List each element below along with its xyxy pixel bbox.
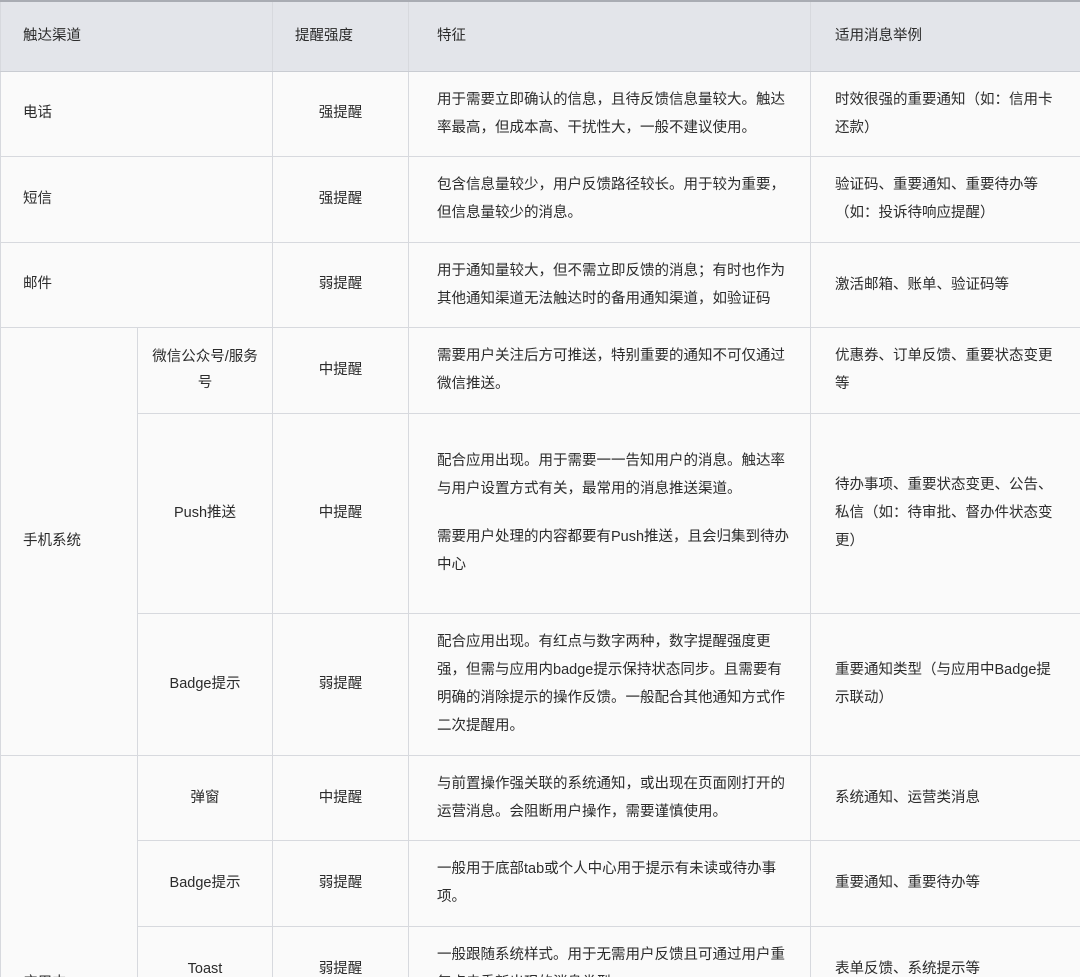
table-row: Badge提示 弱提醒 一般用于底部tab或个人中心用于提示有未读或待办事项。 … <box>1 840 1080 927</box>
table-row: 邮件 弱提醒 用于通知量较大，但不需立即反馈的消息；有时也作为其他通知渠道无法触… <box>0 241 1080 329</box>
feature-paragraph: 与前置操作强关联的系统通知，或出现在页面刚打开的运营消息。会阻断用户操作，需要谨… <box>437 775 785 820</box>
cell-sub-channel: 微信公众号/服务号 <box>137 327 273 414</box>
table-row: 手机系统 微信公众号/服务号 中提醒 需要用户关注后方可推送，特别重要的通知不可… <box>0 327 1080 756</box>
cell-feature: 需要用户关注后方可推送，特别重要的通知不可仅通过微信推送。 <box>408 327 811 414</box>
cell-examples: 待办事项、重要状态变更、公告、私信（如：待审批、督办件状态变更） <box>810 412 1080 614</box>
cell-channel: 电话 <box>0 70 273 158</box>
table-row: 短信 强提醒 包含信息量较少，用户反馈路径较长。用于较为重要，但信息量较少的消息… <box>0 156 1080 243</box>
reach-channel-table-container: 触达渠道 提醒强度 特征 适用消息举例 电话 强提醒 用于需要立即确认的信息，且… <box>0 0 1080 977</box>
cell-channel: 邮件 <box>0 241 273 329</box>
reach-channel-table: 触达渠道 提醒强度 特征 适用消息举例 电话 强提醒 用于需要立即确认的信息，且… <box>0 0 1080 977</box>
column-header-channel: 触达渠道 <box>0 0 273 72</box>
cell-feature: 一般用于底部tab或个人中心用于提示有未读或待办事项。 <box>408 840 811 927</box>
cell-strength: 弱提醒 <box>272 612 409 756</box>
table-row: 电话 强提醒 用于需要立即确认的信息，且待反馈信息量较大。触达率最高，但成本高、… <box>0 70 1080 158</box>
header-row: 触达渠道 提醒强度 特征 适用消息举例 <box>0 0 1080 72</box>
cell-examples: 验证码、重要通知、重要待办等（如：投诉待响应提醒） <box>810 156 1080 243</box>
cell-feature: 配合应用出现。有红点与数字两种，数字提醒强度更强，但需与应用内badge提示保持… <box>408 612 811 756</box>
cell-sub-channel: Toast <box>137 925 273 977</box>
cell-feature: 用于通知量较大，但不需立即反馈的消息；有时也作为其他通知渠道无法触达时的备用通知… <box>408 241 811 329</box>
cell-strength: 弱提醒 <box>272 241 409 329</box>
table-row: Push推送 中提醒 配合应用出现。用于需要一一告知用户的消息。触达率与用户设置… <box>1 412 1080 614</box>
feature-paragraph: 包含信息量较少，用户反馈路径较长。用于较为重要，但信息量较少的消息。 <box>437 177 785 222</box>
cell-channel-group-in-app: 应用内 <box>0 754 138 977</box>
cell-strength: 强提醒 <box>272 70 409 158</box>
table-body: 电话 强提醒 用于需要立即确认的信息，且待反馈信息量较大。触达率最高，但成本高、… <box>0 70 1080 977</box>
feature-paragraph: 配合应用出现。用于需要一一告知用户的消息。触达率与用户设置方式有关，最常用的消息… <box>437 452 785 497</box>
feature-paragraph-2: 需要用户处理的内容都要有Push推送，且会归集到待办中心 <box>437 529 790 574</box>
feature-paragraph: 配合应用出现。有红点与数字两种，数字提醒强度更强，但需与应用内badge提示保持… <box>437 633 785 735</box>
cell-strength: 中提醒 <box>272 412 409 614</box>
cell-feature: 包含信息量较少，用户反馈路径较长。用于较为重要，但信息量较少的消息。 <box>408 156 811 243</box>
column-header-strength: 提醒强度 <box>272 0 409 72</box>
cell-examples: 优惠券、订单反馈、重要状态变更等 <box>810 327 1080 414</box>
column-header-examples: 适用消息举例 <box>810 0 1080 72</box>
cell-examples: 激活邮箱、账单、验证码等 <box>810 241 1080 329</box>
cell-examples: 重要通知、重要待办等 <box>810 840 1080 927</box>
cell-sub-channel: Push推送 <box>137 412 273 614</box>
cell-strength: 中提醒 <box>272 327 409 414</box>
cell-feature: 与前置操作强关联的系统通知，或出现在页面刚打开的运营消息。会阻断用户操作，需要谨… <box>408 754 811 842</box>
cell-strength: 强提醒 <box>272 156 409 243</box>
table-row: 应用内 弹窗 中提醒 与前置操作强关联的系统通知，或出现在页面刚打开的运营消息。… <box>0 754 1080 977</box>
table-row: Toast 弱提醒 一般跟随系统样式。用于无需用户反馈且可通过用户重复点击重新出… <box>1 925 1080 977</box>
feature-paragraph: 用于需要立即确认的信息，且待反馈信息量较大。触达率最高，但成本高、干扰性大，一般… <box>437 91 785 136</box>
cell-strength: 弱提醒 <box>272 840 409 927</box>
table-row: Badge提示 弱提醒 配合应用出现。有红点与数字两种，数字提醒强度更强，但需与… <box>1 612 1080 756</box>
cell-feature: 用于需要立即确认的信息，且待反馈信息量较大。触达率最高，但成本高、干扰性大，一般… <box>408 70 811 158</box>
cell-examples: 重要通知类型（与应用中Badge提示联动） <box>810 612 1080 756</box>
cell-channel-group-mobile-system: 手机系统 <box>0 327 138 756</box>
cell-sub-channel: Badge提示 <box>137 612 273 756</box>
cell-examples: 时效很强的重要通知（如：信用卡还款） <box>810 70 1080 158</box>
cell-strength: 中提醒 <box>272 754 409 842</box>
cell-examples: 系统通知、运营类消息 <box>810 754 1080 842</box>
cell-feature: 配合应用出现。用于需要一一告知用户的消息。触达率与用户设置方式有关，最常用的消息… <box>408 412 811 614</box>
feature-paragraph: 一般跟随系统样式。用于无需用户反馈且可通过用户重复点击重新出现的消息类型 <box>437 946 785 977</box>
cell-sub-channel: Badge提示 <box>137 840 273 927</box>
cell-channel: 短信 <box>0 156 273 243</box>
feature-paragraph: 一般用于底部tab或个人中心用于提示有未读或待办事项。 <box>437 861 777 906</box>
cell-sub-channel: 弹窗 <box>137 754 273 842</box>
feature-paragraph: 用于通知量较大，但不需立即反馈的消息；有时也作为其他通知渠道无法触达时的备用通知… <box>437 262 785 307</box>
table-header: 触达渠道 提醒强度 特征 适用消息举例 <box>0 0 1080 72</box>
cell-examples: 表单反馈、系统提示等 <box>810 925 1080 977</box>
column-header-feature: 特征 <box>408 0 811 72</box>
cell-strength: 弱提醒 <box>272 925 409 977</box>
feature-paragraph: 需要用户关注后方可推送，特别重要的通知不可仅通过微信推送。 <box>437 348 785 393</box>
cell-feature: 一般跟随系统样式。用于无需用户反馈且可通过用户重复点击重新出现的消息类型 <box>408 925 811 977</box>
